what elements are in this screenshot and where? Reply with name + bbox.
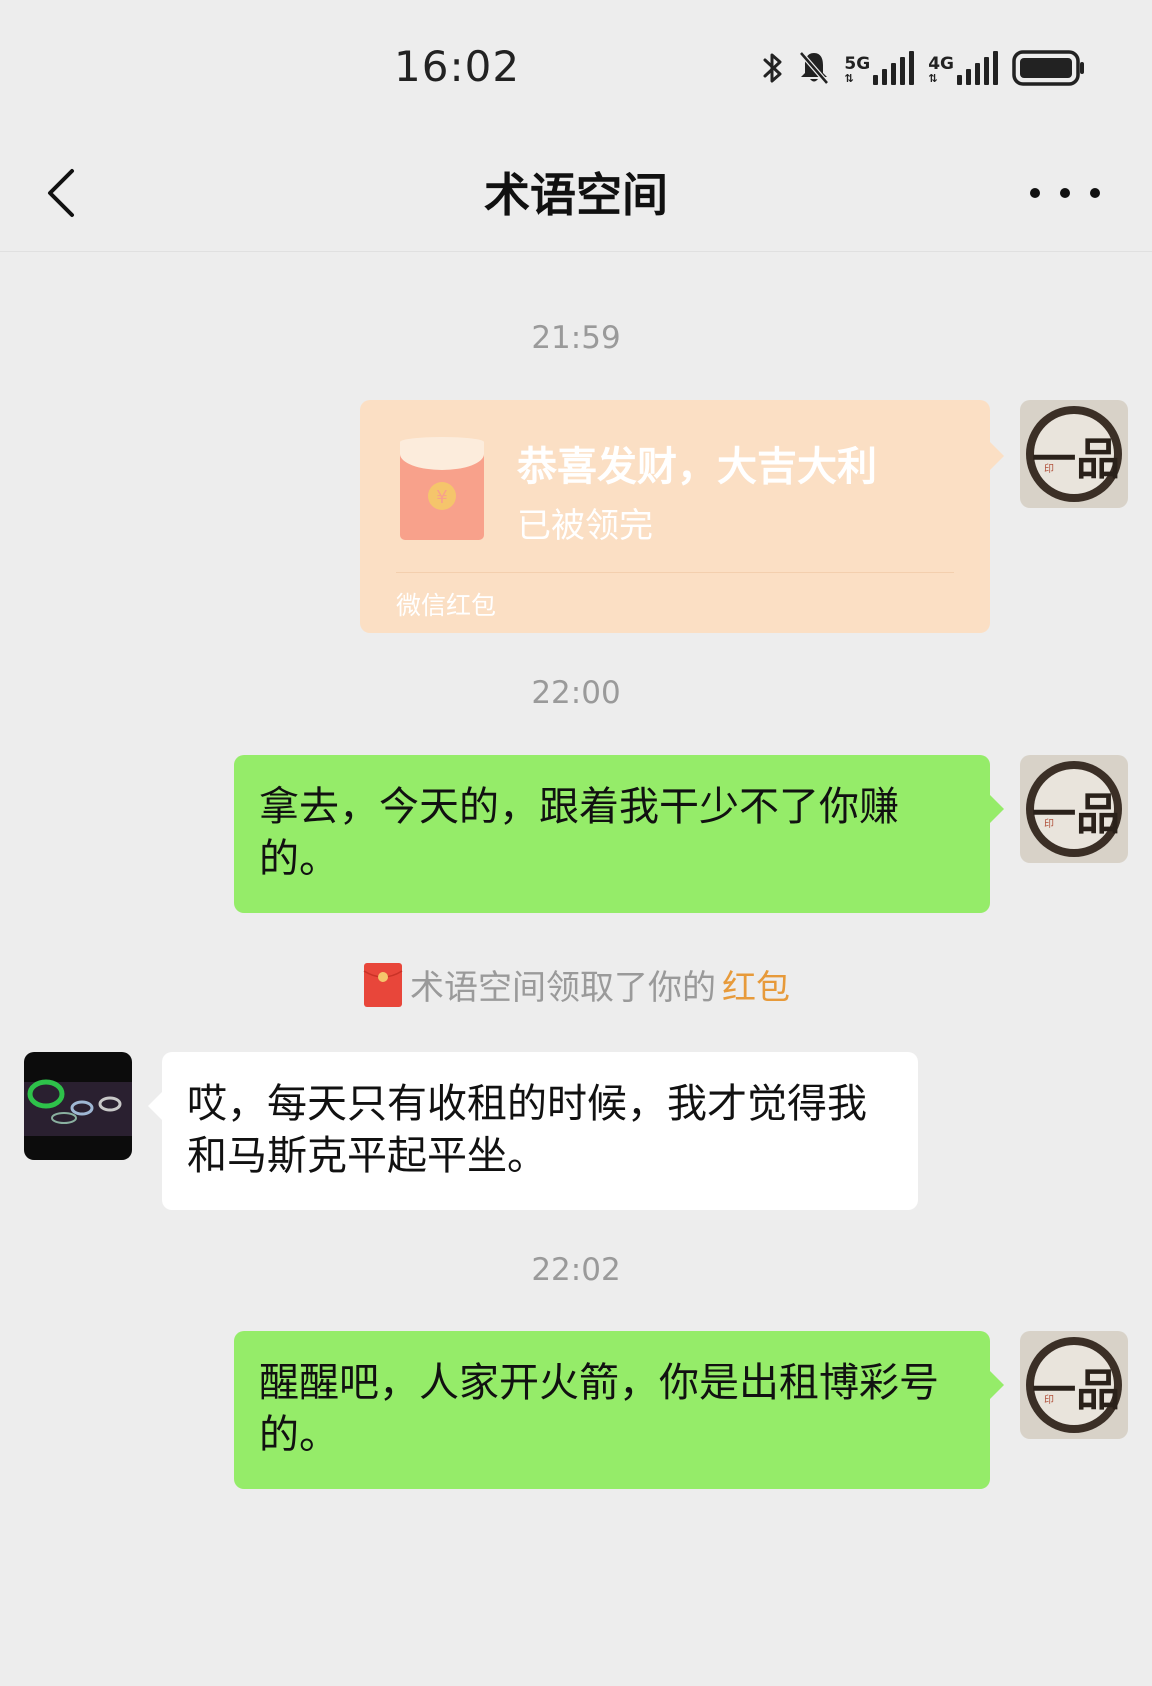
red-packet-title: 恭喜发财，大吉大利	[517, 444, 877, 490]
svg-text:一品: 一品	[1032, 434, 1120, 485]
system-notice: 术语空间领取了你的 红包	[0, 960, 1152, 1009]
battery-icon	[1012, 50, 1084, 86]
red-packet-status: 已被领完	[517, 506, 653, 546]
avatar-me[interactable]: 一品 印	[1020, 400, 1128, 508]
timestamp: 22:02	[531, 1252, 621, 1288]
coin-glyph: ¥	[436, 487, 447, 508]
red-packet-message[interactable]: ¥ 恭喜发财，大吉大利 已被领完 微信红包	[360, 400, 1004, 633]
seal-avatar-icon: 一品 印	[1020, 400, 1128, 508]
signal-arrows-icon: ⇅	[844, 72, 854, 85]
avatar-me[interactable]: 一品 印	[1020, 1331, 1128, 1439]
red-packet-link[interactable]: 红包	[722, 960, 790, 1009]
jade-bracelet-avatar-icon	[24, 1052, 132, 1160]
status-icons: 5G ⇅ 4G ⇅	[762, 46, 1086, 90]
signal-4g: 4G ⇅	[928, 51, 998, 85]
more-dots-icon	[1030, 188, 1040, 198]
network-label-4g: 4G	[928, 54, 954, 74]
divider	[396, 572, 954, 573]
timestamp: 22:00	[531, 675, 621, 711]
red-packet-brand: 微信红包	[396, 591, 497, 620]
message-bubble-other[interactable]: 哎，每天只有收租的时候，我才觉得我和马斯克平起平坐。	[148, 1052, 918, 1210]
status-time: 16:02	[394, 42, 521, 91]
avatar-other[interactable]	[24, 1052, 132, 1160]
red-envelope-icon	[363, 962, 403, 1007]
timestamp: 21:59	[531, 320, 621, 356]
avatar-me[interactable]: 一品 印	[1020, 755, 1128, 863]
svg-text:印: 印	[1044, 463, 1054, 475]
svg-text:一品: 一品	[1032, 1365, 1120, 1416]
signal-arrows-icon: ⇅	[928, 72, 938, 85]
more-button[interactable]	[1030, 171, 1100, 215]
signal-icon	[957, 51, 998, 85]
system-notice-text: 术语空间领取了你的	[410, 968, 716, 1008]
svg-text:印: 印	[1044, 818, 1054, 830]
status-bar: 16:02 5G ⇅ 4G ⇅	[0, 0, 1152, 135]
bluetooth-icon	[763, 53, 782, 83]
seal-avatar-icon: 一品 印	[1020, 1331, 1128, 1439]
bell-mute-icon	[799, 51, 830, 85]
network-label-5g: 5G	[844, 54, 871, 74]
signal-icon	[873, 51, 915, 85]
svg-text:一品: 一品	[1032, 789, 1120, 840]
svg-text:印: 印	[1044, 1394, 1054, 1406]
signal-5g: 5G ⇅	[844, 51, 915, 85]
nav-bar: 术语空间	[0, 135, 1152, 252]
message-bubble-me[interactable]: 醒醒吧，人家开火箭，你是出租博彩号的。	[234, 1331, 1004, 1489]
red-envelope-icon: ¥	[400, 437, 484, 540]
seal-avatar-icon: 一品 印	[1020, 755, 1128, 863]
message-bubble-me[interactable]: 拿去，今天的，跟着我干少不了你赚的。	[234, 755, 1004, 913]
chat-title: 术语空间	[484, 168, 668, 222]
